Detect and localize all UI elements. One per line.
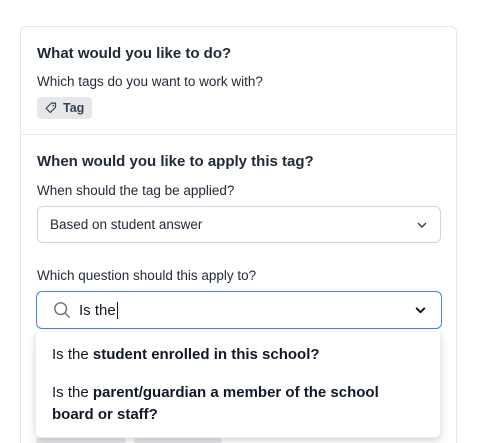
when-label: When should the tag be applied? [37, 183, 235, 198]
when-select[interactable]: Based on student answer [37, 206, 441, 243]
option-prefix: Is the [52, 346, 93, 363]
search-input-value: Is the [79, 301, 116, 319]
obscured-chip [134, 438, 222, 443]
search-icon [54, 302, 70, 318]
tag-icon [45, 102, 57, 114]
tags-question-label: Which tags do you want to work with? [37, 74, 263, 89]
dropdown-option[interactable]: Is the parent/guardian a member of the s… [52, 382, 412, 426]
action-section: What would you like to do? Which tags do… [21, 27, 456, 135]
option-match: student enrolled in this school? [92, 346, 320, 363]
text-caret [116, 301, 118, 319]
section-title-action: What would you like to do? [37, 45, 232, 62]
option-prefix: Is the [52, 384, 93, 401]
question-dropdown: Is the student enrolled in this school? … [35, 332, 441, 438]
chevron-down-icon[interactable] [414, 304, 427, 317]
dropdown-option[interactable]: Is the student enrolled in this school? [52, 344, 412, 366]
question-search-input[interactable]: Is the [36, 291, 442, 329]
section-title-when: When would you like to apply this tag? [37, 153, 314, 170]
option-match: parent/guardian a member of the school b… [52, 384, 379, 423]
tag-chip-label: Tag [63, 101, 85, 115]
when-select-value: Based on student answer [50, 217, 203, 232]
obscured-chip [36, 438, 126, 443]
chevron-down-icon [417, 222, 427, 228]
tag-chip[interactable]: Tag [37, 97, 93, 119]
question-label: Which question should this apply to? [37, 268, 257, 283]
